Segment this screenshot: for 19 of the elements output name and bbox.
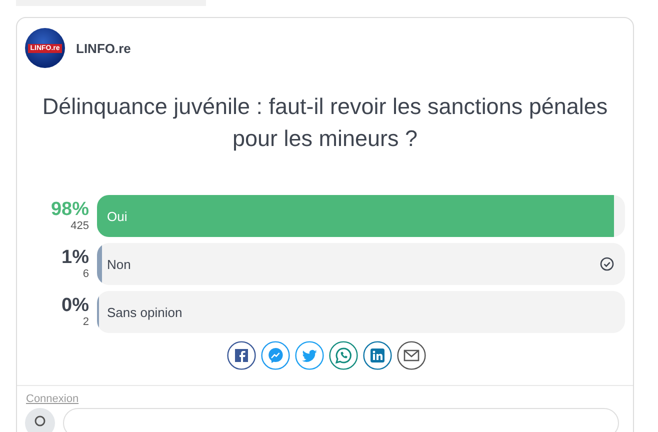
poll-question: Délinquance juvénile : faut-il revoir les sanctions pénales pour les mineurs ? — [41, 93, 609, 153]
vote-count: 6 — [82, 268, 89, 280]
poll-option[interactable]: Non — [97, 243, 625, 285]
linkedin-share-button[interactable] — [362, 341, 392, 370]
vote-count: 2 — [82, 316, 89, 328]
option-percentage: 98% — [50, 200, 89, 220]
whatsapp-share-button[interactable] — [328, 341, 358, 370]
facebook-share-button[interactable] — [226, 341, 256, 370]
option-percentage: 0% — [62, 296, 89, 316]
twitter-share-button[interactable] — [294, 341, 324, 370]
source-name: LINFO.re — [76, 40, 131, 56]
comment-field[interactable] — [63, 408, 619, 432]
option-percentage: 1% — [62, 248, 89, 268]
messenger-share-button[interactable] — [260, 341, 290, 370]
email-share-button[interactable] — [396, 341, 426, 370]
user-avatar-icon — [25, 408, 55, 432]
vote-count: 425 — [70, 220, 89, 232]
poll-option[interactable]: Sans opinion — [97, 291, 625, 333]
check-icon — [600, 257, 614, 271]
